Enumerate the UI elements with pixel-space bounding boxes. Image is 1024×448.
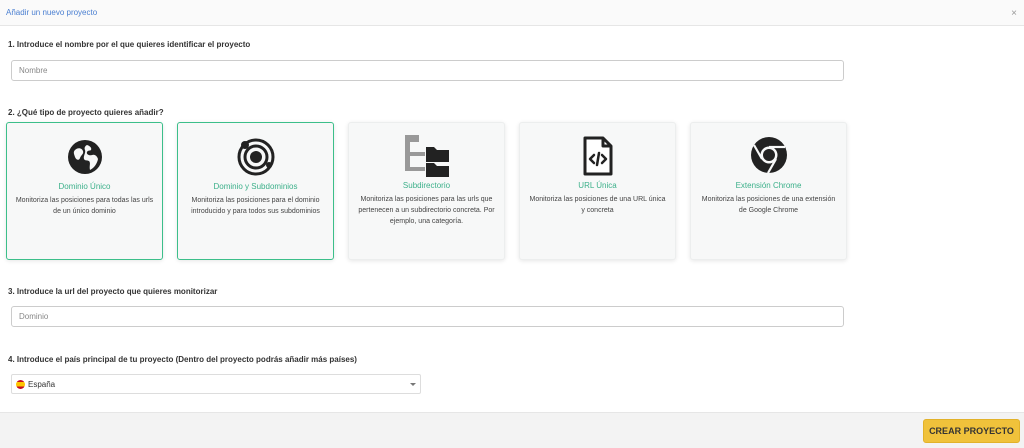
step3-label: 3. Introduce la url del proyecto que qui… <box>8 287 218 296</box>
card-extension-chrome[interactable]: Extensión Chrome Monitoriza las posicion… <box>690 122 847 260</box>
domain-input[interactable] <box>11 306 844 327</box>
modal-header: Añadir un nuevo proyecto <box>0 0 1024 26</box>
step2-label: 2. ¿Qué tipo de proyecto quieres añadir? <box>8 108 164 117</box>
card-description: Monitoriza las posiciones de una extensi… <box>701 196 836 214</box>
card-title: URL Única <box>578 181 617 190</box>
project-name-input[interactable] <box>11 60 844 81</box>
card-dominio-subdominios[interactable]: Dominio y Subdominios Monitoriza las pos… <box>177 122 334 260</box>
card-subdirectorio[interactable]: Subdirectorio Monitoriza las posiciones … <box>348 122 505 260</box>
step4-label: 4. Introduce el país principal de tu pro… <box>8 355 357 364</box>
modal-footer: CREAR PROYECTO <box>0 412 1024 448</box>
add-project-modal: Añadir un nuevo proyecto × 1. Introduce … <box>0 0 1024 448</box>
close-icon[interactable]: × <box>1008 8 1020 20</box>
card-description: Monitoriza las posiciones para todas las… <box>15 197 154 215</box>
card-url-unica[interactable]: URL Única Monitoriza las posiciones de u… <box>519 122 676 260</box>
globe-icon <box>67 140 102 174</box>
card-title: Dominio y Subdominios <box>213 182 298 191</box>
orbit-icon <box>237 138 274 176</box>
card-dominio-unico[interactable]: Dominio Único Monitoriza las posiciones … <box>6 122 163 260</box>
card-description: Monitoriza las posiciones de una URL úni… <box>529 196 666 214</box>
create-project-button[interactable]: CREAR PROYECTO <box>923 419 1020 443</box>
card-title: Subdirectorio <box>402 181 451 190</box>
card-description: Monitoriza las posiciones para el domini… <box>191 197 320 215</box>
folder-tree-icon <box>404 135 449 177</box>
card-title: Extensión Chrome <box>735 181 802 190</box>
card-description: Monitoriza las posiciones para las urls … <box>358 196 495 225</box>
chrome-icon <box>750 137 787 174</box>
country-select[interactable]: España <box>11 374 421 394</box>
chevron-down-icon <box>410 383 416 386</box>
country-select-value: España <box>28 379 56 389</box>
spain-flag-icon <box>16 379 25 389</box>
modal-title: Añadir un nuevo proyecto <box>6 8 98 17</box>
card-title: Dominio Único <box>58 182 111 191</box>
step1-label: 1. Introduce el nombre por el que quiere… <box>8 40 251 49</box>
code-file-icon <box>583 136 612 176</box>
